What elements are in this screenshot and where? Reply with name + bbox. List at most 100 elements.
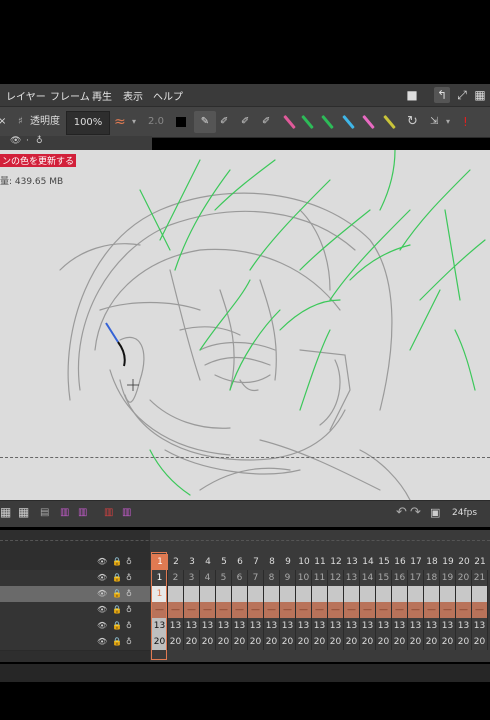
lock-icon[interactable]: 🔒 (112, 554, 122, 570)
timeline-row[interactable]: 👁 🔒 ♁ 20 20 20 20 20 20 20 20 20 20 20 20 20 20 20 20 20 20 2… (0, 634, 490, 651)
frame-number[interactable]: 15 (376, 554, 392, 570)
frame-cell[interactable]: 13 (264, 618, 280, 634)
frame-cell[interactable] (280, 586, 296, 602)
bulb-icon[interactable]: ♁ (36, 136, 43, 146)
frame-number[interactable]: 13 (344, 554, 360, 570)
frame-cell[interactable]: 20 (184, 634, 200, 650)
rotate-icon[interactable]: ↻ (407, 111, 418, 133)
eraser-icon[interactable]: ✐ (220, 111, 228, 133)
frame-cell[interactable]: 7 (248, 570, 264, 586)
frame-number[interactable]: 2 (168, 554, 184, 570)
drawing-canvas[interactable] (0, 150, 490, 500)
pink-pen-icon[interactable] (283, 114, 296, 130)
frame-cell[interactable]: 13 (376, 618, 392, 634)
redo-icon[interactable]: ↷ (410, 505, 421, 520)
frame-cell[interactable]: 19 (440, 570, 456, 586)
stabilizer-value[interactable]: 2.0 (144, 111, 168, 133)
blue-pen-icon[interactable] (342, 114, 355, 130)
frame-cell[interactable]: 13 (472, 618, 488, 634)
frame-cell[interactable]: 13 (200, 618, 216, 634)
frame-cell[interactable]: 20 (296, 634, 312, 650)
frame-number[interactable]: 12 (328, 554, 344, 570)
eye-icon[interactable]: 👁 (97, 570, 107, 586)
green-pen-icon[interactable] (301, 114, 314, 130)
frame-cell[interactable]: — (264, 602, 280, 618)
frame-cell[interactable]: 13 (424, 618, 440, 634)
frame-number[interactable]: 4 (200, 554, 216, 570)
timeline-row[interactable]: 👁 🔒 ♁ 1 (0, 586, 490, 603)
frame-cell[interactable]: — (168, 602, 184, 618)
frame-cell[interactable] (216, 586, 232, 602)
color-swatch[interactable] (176, 117, 186, 127)
frame-cell[interactable]: 20 (360, 634, 376, 650)
frame-cell[interactable] (200, 586, 216, 602)
frame-cell[interactable]: — (360, 602, 376, 618)
lock-icon[interactable]: 🔒 (112, 618, 122, 634)
layer-toggle-icon[interactable]: ▦ (0, 505, 11, 519)
opacity-input[interactable]: 100% (66, 111, 110, 135)
bulb-icon[interactable]: ♁ (126, 634, 132, 650)
frame-cell[interactable]: 13 (344, 570, 360, 586)
frame-cell[interactable]: 5 (216, 570, 232, 586)
frame-cell[interactable] (440, 586, 456, 602)
frame-cell[interactable]: 20 (456, 634, 472, 650)
move-dropdown-icon[interactable]: ▾ (446, 111, 450, 133)
frame-cell[interactable]: — (184, 602, 200, 618)
frame-cell[interactable]: — (392, 602, 408, 618)
frame-cell[interactable]: 16 (392, 570, 408, 586)
frame-number[interactable]: 8 (264, 554, 280, 570)
preview-icon[interactable]: ▣ (430, 506, 440, 519)
frame-cell[interactable]: 20 (472, 634, 488, 650)
frame-cell[interactable]: 13 (360, 618, 376, 634)
menu-frame[interactable]: フレーム (50, 88, 90, 103)
lock-icon[interactable]: 🔒 (112, 570, 122, 586)
frame-cell[interactable] (472, 586, 488, 602)
green-pen-2-icon[interactable] (321, 114, 334, 130)
menu-help[interactable]: ヘルプ (153, 88, 183, 103)
frame-cell[interactable]: 20 (456, 570, 472, 586)
frame-cell[interactable] (184, 586, 200, 602)
frame-cell[interactable]: — (344, 602, 360, 618)
frame-cell[interactable] (408, 586, 424, 602)
onion-red-icon[interactable]: ▥ (104, 507, 113, 518)
current-frame-marker[interactable] (151, 552, 167, 660)
frame-cell[interactable]: 20 (312, 634, 328, 650)
frame-number[interactable]: 17 (408, 554, 424, 570)
frame-cell[interactable]: 20 (344, 634, 360, 650)
lock-icon[interactable]: 🔒 (112, 634, 122, 650)
lock-icon[interactable]: 🔒 (112, 586, 122, 602)
frame-cell[interactable] (344, 586, 360, 602)
bulb-icon[interactable]: ♁ (126, 586, 132, 602)
frame-cell[interactable]: 13 (280, 618, 296, 634)
frame-cell[interactable]: 12 (328, 570, 344, 586)
frame-cell[interactable]: 2 (168, 570, 184, 586)
eye-icon[interactable]: 👁 (97, 602, 107, 618)
frame-cell[interactable]: 13 (184, 618, 200, 634)
frame-cell[interactable]: 20 (232, 634, 248, 650)
frame-cell[interactable]: — (328, 602, 344, 618)
magenta-pen-icon[interactable] (362, 114, 375, 130)
frame-number[interactable]: 11 (312, 554, 328, 570)
frame-cell[interactable]: — (456, 602, 472, 618)
frame-cell[interactable]: 21 (472, 570, 488, 586)
frame-cell[interactable] (328, 586, 344, 602)
yellow-pen-icon[interactable] (383, 114, 396, 130)
eye-icon[interactable]: 👁 (10, 136, 21, 146)
frame-cell[interactable]: 6 (232, 570, 248, 586)
frame-number[interactable]: 20 (456, 554, 472, 570)
frame-cell[interactable] (264, 586, 280, 602)
bulb-icon[interactable]: ♁ (126, 554, 132, 570)
bulb-icon[interactable]: ♁ (126, 602, 132, 618)
lock-icon[interactable]: 🔒 (112, 602, 122, 618)
onion-next-icon[interactable]: ▥ (78, 507, 87, 518)
move-icon[interactable]: ⇲ (430, 111, 438, 133)
onion-icon[interactable]: ▤ (40, 507, 49, 518)
frame-cell[interactable]: 13 (344, 618, 360, 634)
frame-cell[interactable]: 13 (296, 618, 312, 634)
eye-icon[interactable]: 👁 (97, 554, 107, 570)
frame-cell[interactable]: 13 (456, 618, 472, 634)
frame-cell[interactable] (232, 586, 248, 602)
frame-cell[interactable]: — (296, 602, 312, 618)
frame-cell[interactable]: 20 (424, 634, 440, 650)
frame-number[interactable]: 21 (472, 554, 488, 570)
